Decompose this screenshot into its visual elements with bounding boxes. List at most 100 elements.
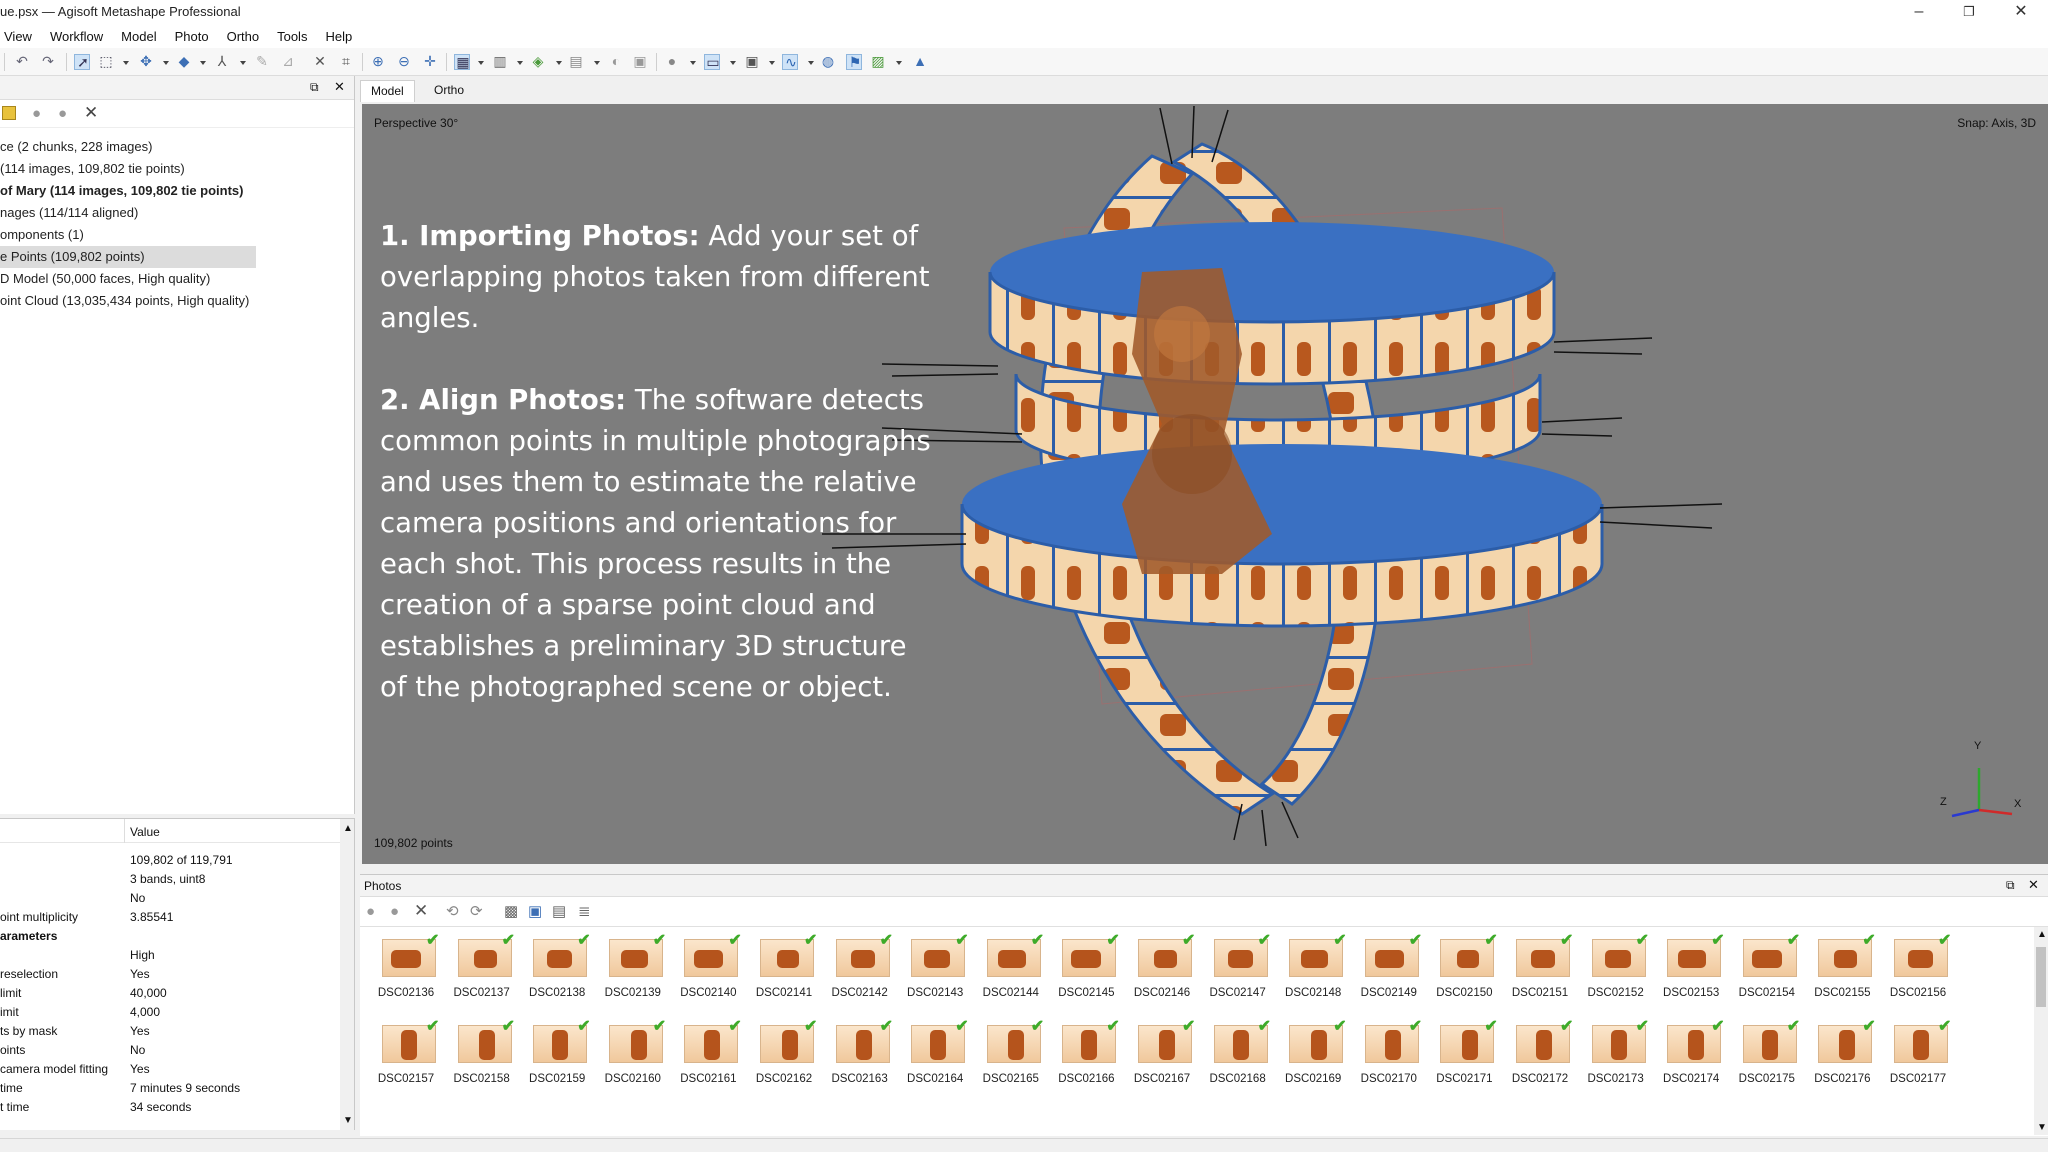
property-row[interactable]: oints No xyxy=(0,1041,340,1060)
photo-thumbnail[interactable]: ✔ DSC02144 xyxy=(973,933,1049,1019)
photo-thumbnail[interactable]: ✔ DSC02158 xyxy=(444,1019,520,1105)
shading-icon[interactable]: ▣ xyxy=(632,53,648,70)
photo-thumbnail[interactable]: ✔ DSC02148 xyxy=(1275,933,1351,1019)
tree-item-components[interactable]: omponents (1) xyxy=(0,224,355,246)
photo-thumbnail[interactable]: ✔ DSC02145 xyxy=(1048,933,1124,1019)
photo-thumbnail[interactable]: ✔ DSC02161 xyxy=(670,1019,746,1105)
photo-thumbnail[interactable]: ✔ DSC02155 xyxy=(1804,933,1880,1019)
model-viewport[interactable]: Perspective 30° Snap: Axis, 3D 109,802 p… xyxy=(362,104,2048,864)
scroll-down-icon[interactable]: ▼ xyxy=(343,1115,353,1126)
zoom-in-icon[interactable]: ⊕ xyxy=(370,53,386,70)
close-panel-icon[interactable]: ✕ xyxy=(2028,877,2039,893)
restore-button[interactable]: ❐ xyxy=(1946,0,1992,26)
tree-item[interactable]: (114 images, 109,802 tie points) xyxy=(0,158,355,180)
photo-thumbnail[interactable]: ✔ DSC02163 xyxy=(822,1019,898,1105)
photo-thumbnail[interactable]: ✔ DSC02157 xyxy=(368,1019,444,1105)
menu-view[interactable]: View xyxy=(0,26,41,48)
property-row[interactable]: limit 40,000 xyxy=(0,984,340,1003)
undo-icon[interactable]: ↶ xyxy=(14,53,30,70)
monitor-icon[interactable]: ▣ xyxy=(744,53,760,70)
property-row[interactable]: imit 4,000 xyxy=(0,1003,340,1022)
photo-thumbnail[interactable]: ✔ DSC02150 xyxy=(1426,933,1502,1019)
property-row[interactable]: oint multiplicity 3.85541 xyxy=(0,908,340,927)
enable-icon[interactable]: ● xyxy=(32,105,41,122)
photo-thumbnail[interactable]: ✔ DSC02151 xyxy=(1502,933,1578,1019)
photo-thumbnail[interactable]: ✔ DSC02146 xyxy=(1124,933,1200,1019)
close-button[interactable]: ✕ xyxy=(1998,0,2044,26)
columns-icon[interactable]: ▥ xyxy=(492,53,508,70)
dropdown-arrow-icon[interactable] xyxy=(123,61,129,65)
photo-thumbnail[interactable]: ✔ DSC02165 xyxy=(973,1019,1049,1105)
property-row[interactable]: 109,802 of 119,791 xyxy=(0,851,340,870)
add-chunk-icon[interactable] xyxy=(2,106,16,120)
property-row[interactable]: reselection Yes xyxy=(0,965,340,984)
property-row[interactable]: time 7 minutes 9 seconds xyxy=(0,1079,340,1098)
photo-thumbnail[interactable]: ✔ DSC02137 xyxy=(444,933,520,1019)
remove-camera-icon[interactable]: ✕ xyxy=(414,901,428,921)
dropdown-arrow-icon[interactable] xyxy=(200,61,206,65)
filter-icon[interactable]: ▩ xyxy=(504,902,518,920)
dropdown-arrow-icon[interactable] xyxy=(769,61,775,65)
property-section[interactable]: arameters xyxy=(0,927,340,946)
tree-item-chunk[interactable]: of Mary (114 images, 109,802 tie points) xyxy=(0,180,355,202)
close-panel-icon[interactable]: ✕ xyxy=(334,79,345,95)
move-icon[interactable]: ◆ xyxy=(176,53,192,70)
menu-model[interactable]: Model xyxy=(112,26,165,48)
thumbnail-view-icon[interactable]: ▣ xyxy=(528,902,542,920)
dropdown-arrow-icon[interactable] xyxy=(730,61,736,65)
ruler-icon[interactable]: ⊿ xyxy=(280,53,296,70)
photo-thumbnail[interactable]: ✔ DSC02152 xyxy=(1578,933,1654,1019)
camera-view-icon[interactable]: ▭ xyxy=(704,54,720,70)
texture-icon[interactable]: ◐ xyxy=(608,53,624,70)
dropdown-arrow-icon[interactable] xyxy=(690,61,696,65)
photo-thumbnail[interactable]: ✔ DSC02154 xyxy=(1729,933,1805,1019)
photo-thumbnail[interactable]: ✔ DSC02147 xyxy=(1200,933,1276,1019)
float-panel-icon[interactable]: ⧉ xyxy=(310,80,319,95)
render-icon[interactable]: ▤ xyxy=(568,53,584,70)
globe-icon[interactable]: ◍ xyxy=(820,53,836,70)
enable-camera-icon[interactable]: ● xyxy=(366,903,375,920)
float-panel-icon[interactable]: ⧉ xyxy=(2006,878,2015,893)
property-row[interactable]: ts by mask Yes xyxy=(0,1022,340,1041)
menu-ortho[interactable]: Ortho xyxy=(218,26,269,48)
tree-item-tie-points[interactable]: e Points (109,802 points) xyxy=(0,246,256,268)
disable-icon[interactable]: ● xyxy=(58,105,67,122)
crop-icon[interactable]: ⌗ xyxy=(338,53,354,70)
navigate-icon[interactable]: ✥ xyxy=(138,53,154,70)
photo-thumbnail[interactable]: ✔ DSC02143 xyxy=(897,933,973,1019)
photo-thumbnail[interactable]: ✔ DSC02173 xyxy=(1578,1019,1654,1105)
tab-ortho[interactable]: Ortho xyxy=(424,80,474,102)
tree-item-images[interactable]: nages (114/114 aligned) xyxy=(0,202,355,224)
redo-icon[interactable]: ↷ xyxy=(40,53,56,70)
photo-thumbnail[interactable]: ✔ DSC02160 xyxy=(595,1019,671,1105)
scroll-up-icon[interactable]: ▲ xyxy=(2037,929,2047,940)
photo-thumbnail[interactable]: ✔ DSC02164 xyxy=(897,1019,973,1105)
curve-icon[interactable]: ∿ xyxy=(782,54,798,70)
scroll-thumb[interactable] xyxy=(2036,947,2046,1007)
select-icon[interactable]: ➚ xyxy=(74,54,90,70)
flag-icon[interactable]: ⚑ xyxy=(846,54,862,70)
details-view-icon[interactable]: ▤ xyxy=(552,902,566,920)
property-row[interactable]: 3 bands, uint8 xyxy=(0,870,340,889)
scroll-up-icon[interactable]: ▲ xyxy=(343,823,353,834)
shape-icon[interactable]: ◈ xyxy=(530,53,546,70)
export-icon[interactable]: ▲ xyxy=(912,53,928,70)
menu-photo[interactable]: Photo xyxy=(166,26,218,48)
photo-thumbnail[interactable]: ✔ DSC02174 xyxy=(1653,1019,1729,1105)
dropdown-arrow-icon[interactable] xyxy=(896,61,902,65)
tree-item-model[interactable]: D Model (50,000 faces, High quality) xyxy=(0,268,355,290)
photo-thumbnail[interactable]: ✔ DSC02156 xyxy=(1880,933,1956,1019)
photo-thumbnail[interactable]: ✔ DSC02141 xyxy=(746,933,822,1019)
rect-select-icon[interactable]: ⬚ xyxy=(98,53,114,70)
dropdown-arrow-icon[interactable] xyxy=(478,61,484,65)
photo-thumbnail[interactable]: ✔ DSC02142 xyxy=(822,933,898,1019)
photo-thumbnail[interactable]: ✔ DSC02167 xyxy=(1124,1019,1200,1105)
photo-thumbnail[interactable]: ✔ DSC02168 xyxy=(1200,1019,1276,1105)
photos-scrollbar[interactable]: ▲ ▼ xyxy=(2034,927,2048,1135)
remove-icon[interactable]: ✕ xyxy=(84,103,98,123)
property-row[interactable]: t time 34 seconds xyxy=(0,1098,340,1117)
grid-view-icon[interactable]: ▦ xyxy=(454,54,470,70)
dropdown-arrow-icon[interactable] xyxy=(240,61,246,65)
list-view-icon[interactable]: ≣ xyxy=(578,902,591,920)
tab-model[interactable]: Model xyxy=(360,80,415,102)
